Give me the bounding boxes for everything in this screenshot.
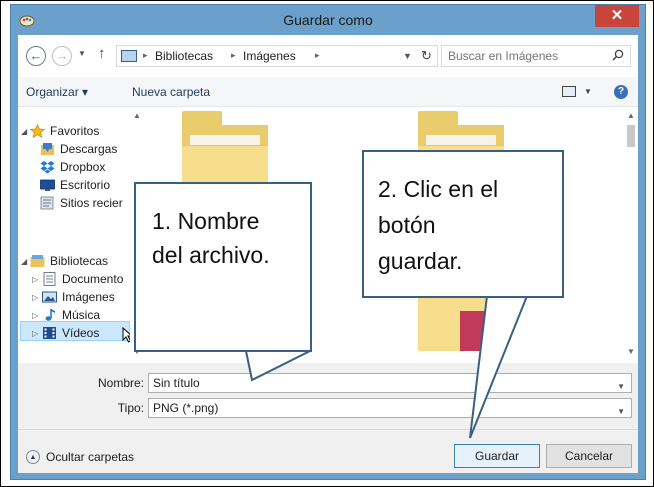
callout-step-1-line-2: del archivo. [152,242,270,268]
navigation-pane: ◢ Favoritos Descargas Dropbox Escritorio… [18,107,144,363]
file-type-label: Tipo: [117,401,144,415]
callout-step-2-line-2: botón [378,212,436,238]
documents-icon [43,272,56,286]
callout-step-2-line-3: guardar. [378,248,463,274]
pictures-library-icon [121,50,137,62]
organize-menu[interactable]: Organizar ▾ [26,85,88,99]
window-title: Guardar como [283,12,373,28]
star-icon [30,124,45,138]
title-bar[interactable]: Guardar como ✕ [11,5,645,35]
sidebar-item-label: Sitios recier [60,196,123,210]
change-view-icon[interactable] [562,86,576,97]
recent-locations-dropdown-icon[interactable]: ▼ [78,49,86,58]
sidebar-item-label: Música [62,308,101,322]
sidebar-item-label: Vídeos [62,326,100,340]
folder-thumbnail [460,311,504,351]
file-name-input[interactable]: Sin título ▼ [148,373,632,393]
address-bar: ← → ▼ ↑ ▸ Bibliotecas ▸ Imágenes ▸ ▼ ↻ [18,35,638,77]
close-button[interactable]: ✕ [595,5,639,27]
collapse-up-icon: ▲ [26,450,40,464]
resize-grip-icon[interactable] [631,466,641,476]
file-name-label: Nombre: [97,376,144,390]
search-icon[interactable] [612,49,624,61]
file-name-value: Sin título [153,376,200,390]
sidebar-item-label: Escritorio [60,178,111,192]
callout-step-1-line-1: 1. Nombre [152,208,260,234]
callout-step-1: 1. Nombre del archivo. [134,182,312,352]
breadcrumb-separator-icon[interactable]: ▸ [143,50,148,61]
desktop-icon [40,179,55,191]
collapsed-arrow-icon[interactable]: ▷ [32,293,38,302]
file-type-dropdown-icon[interactable]: ▼ [617,403,625,421]
address-dropdown-icon[interactable]: ▼ [403,51,412,61]
back-button[interactable]: ← [26,46,46,66]
cancel-button[interactable]: Cancelar [546,444,632,468]
callout-step-2-line-1: 2. Clic en el [378,176,499,202]
collapsed-arrow-icon[interactable]: ▷ [32,311,38,320]
expanded-arrow-icon[interactable]: ◢ [21,257,27,266]
sidebar-item-label: Dropbox [60,160,106,174]
refresh-icon[interactable]: ↻ [421,48,432,64]
music-icon [45,309,55,321]
content-scrollbar[interactable]: ▲ ▼ [624,107,638,363]
command-toolbar: Organizar ▾ Nueva carpeta ▼ ? [18,77,638,107]
expanded-arrow-icon[interactable]: ◢ [21,127,27,136]
save-form: Nombre: Sin título ▼ Tipo: PNG (*.png) ▼ [18,363,638,429]
scroll-thumb[interactable] [627,125,635,147]
libraries-icon [30,255,45,267]
dialog-footer: ▲ Ocultar carpetas Guardar Cancelar [18,429,638,473]
search-box[interactable] [441,45,631,67]
file-type-select[interactable]: PNG (*.png) ▼ [148,398,632,418]
sidebar-item-label: Bibliotecas [50,254,109,268]
scroll-up-arrow-icon[interactable]: ▲ [627,111,635,120]
new-folder-button[interactable]: Nueva carpeta [132,85,210,99]
recent-places-icon [40,196,54,210]
pictures-icon [42,291,57,303]
file-type-value: PNG (*.png) [153,401,219,415]
sidebar-item-label: Descargas [60,142,118,156]
callout-step-2: 2. Clic en el botón guardar. [362,150,564,298]
breadcrumb-bibliotecas[interactable]: Bibliotecas [155,49,213,63]
breadcrumb-imagenes[interactable]: Imágenes [243,49,296,63]
dropbox-icon [40,161,55,174]
save-button[interactable]: Guardar [454,444,540,468]
collapsed-arrow-icon[interactable]: ▷ [32,275,38,284]
collapsed-arrow-icon[interactable]: ▷ [32,329,38,338]
file-name-dropdown-icon[interactable]: ▼ [617,378,625,396]
videos-icon [43,327,56,339]
sidebar-item-label: Favoritos [50,124,100,138]
breadcrumb[interactable]: ▸ Bibliotecas ▸ Imágenes ▸ ▼ ↻ [116,45,438,67]
search-input[interactable] [448,48,604,64]
forward-button[interactable]: → [52,46,72,66]
downloads-icon [41,143,54,155]
scroll-up-arrow-icon[interactable]: ▲ [133,111,141,120]
up-button[interactable]: ↑ [98,45,106,62]
breadcrumb-separator-icon[interactable]: ▸ [315,50,320,61]
breadcrumb-separator-icon[interactable]: ▸ [231,50,236,61]
hide-folders-label: Ocultar carpetas [46,450,135,464]
help-icon[interactable]: ? [614,85,628,99]
sidebar-item-label: Documento [62,272,124,286]
scroll-down-arrow-icon[interactable]: ▼ [627,347,635,356]
view-options-dropdown-icon[interactable]: ▼ [584,87,592,96]
sidebar-item-label: Imágenes [62,290,115,304]
